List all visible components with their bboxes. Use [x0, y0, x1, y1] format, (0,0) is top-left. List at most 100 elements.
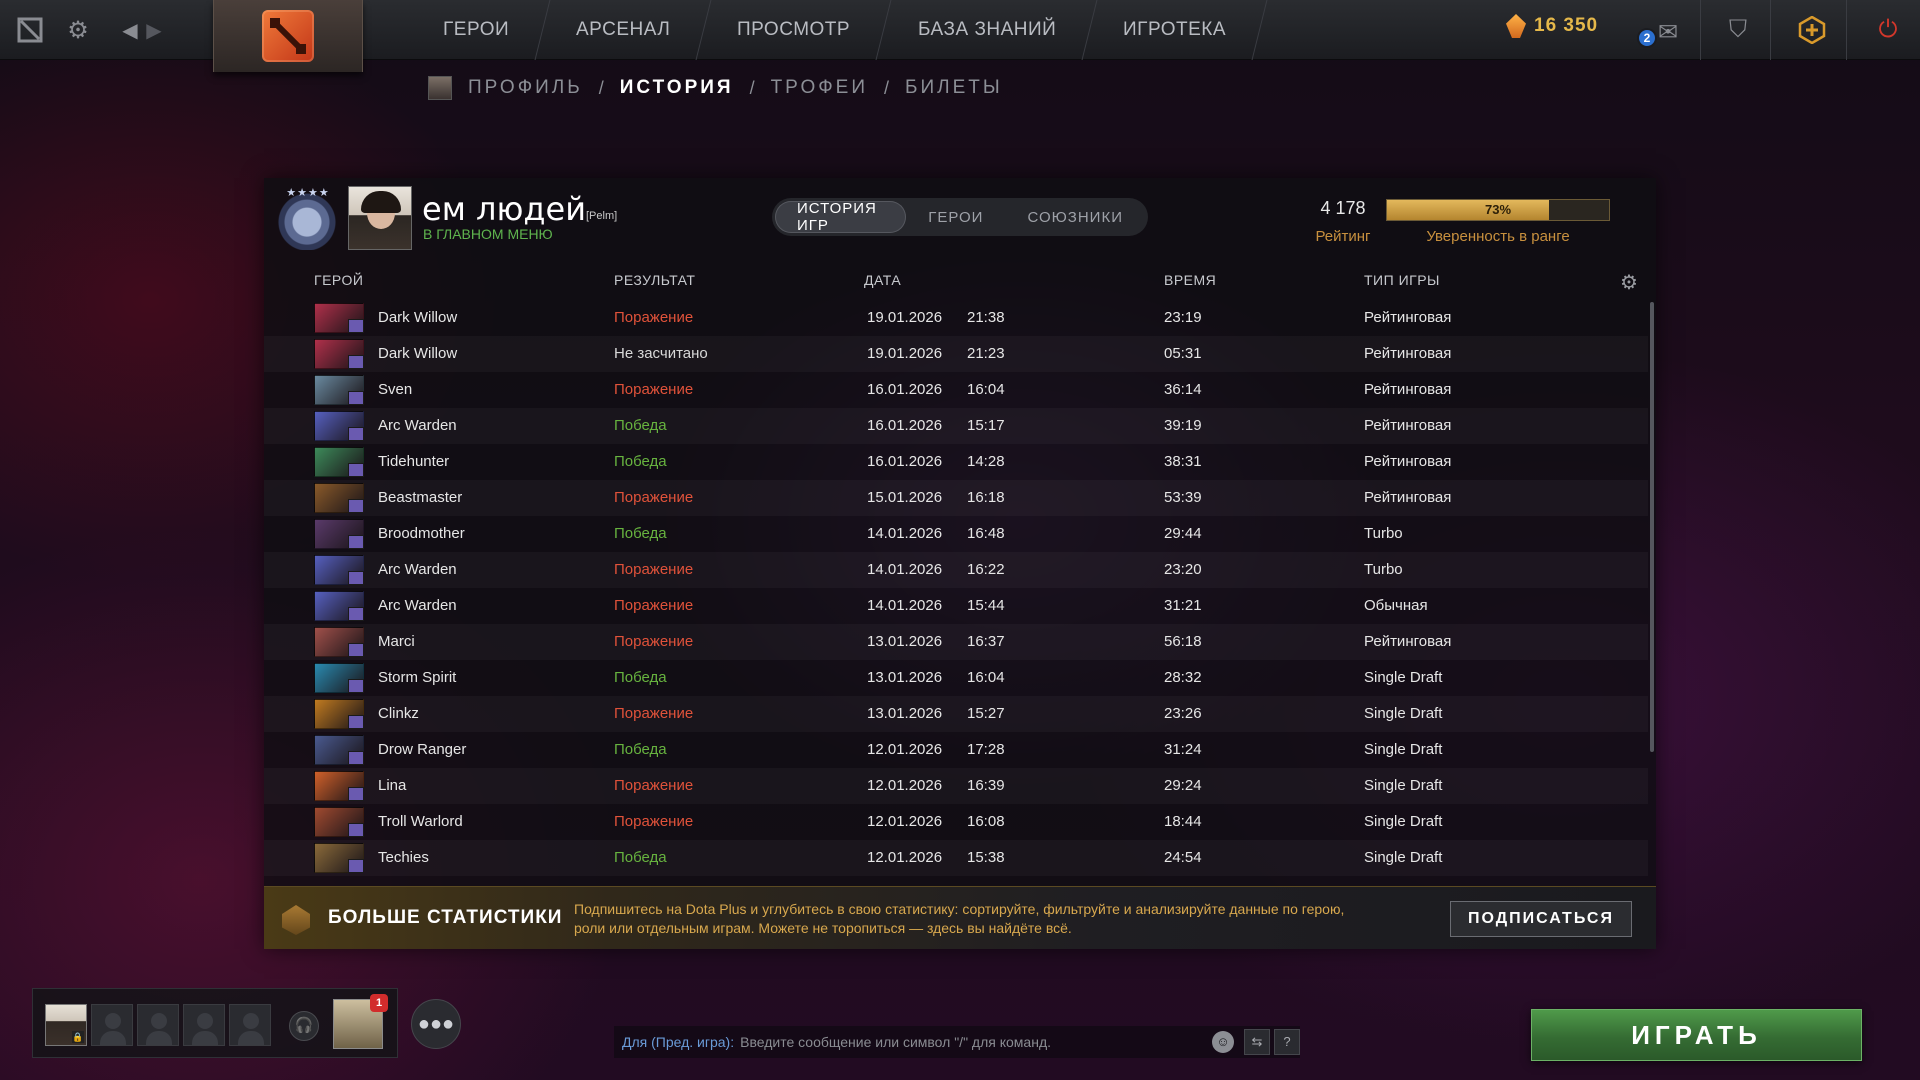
tab-allies[interactable]: Союзники: [1005, 201, 1145, 233]
hero-portrait: [314, 771, 364, 801]
gear-icon[interactable]: ⚙: [1620, 270, 1638, 295]
match-result: Поражение: [614, 309, 694, 326]
table-row[interactable]: Storm Spirit Победа 13.01.2026 16:04 28:32 Si…: [264, 660, 1648, 696]
role-icon: [348, 679, 364, 693]
subnav-tickets[interactable]: Билеты: [905, 77, 1003, 99]
shards-balance[interactable]: 16 350: [1506, 14, 1598, 38]
column-header-duration[interactable]: Время: [1164, 272, 1216, 288]
rank-medal-icon[interactable]: ★★★★: [272, 187, 342, 250]
match-time: 16:18: [967, 489, 1005, 506]
plus-icon[interactable]: [1794, 12, 1830, 48]
match-time: 15:27: [967, 705, 1005, 722]
notification-badge: 1: [370, 994, 388, 1012]
table-row[interactable]: Sven Поражение 16.01.2026 16:04 36:14 Рейтинг…: [264, 372, 1648, 408]
hero-name: Storm Spirit: [378, 669, 457, 686]
party-slot-self[interactable]: 🔒: [45, 1004, 87, 1046]
column-header-hero[interactable]: Герой: [314, 272, 363, 288]
nav-learn[interactable]: База знаний: [877, 0, 1098, 60]
match-result: Победа: [614, 525, 667, 542]
party-slot-empty[interactable]: [229, 1004, 271, 1046]
nav-heroes[interactable]: Герои: [402, 0, 551, 60]
game-type: Single Draft: [1364, 813, 1443, 830]
hero-portrait: [314, 519, 364, 549]
avatar: [428, 76, 452, 100]
column-header-result[interactable]: Результат: [614, 272, 695, 288]
column-header-date[interactable]: Дата: [864, 272, 901, 288]
party-slot-empty[interactable]: [137, 1004, 179, 1046]
companion-portrait[interactable]: 1: [333, 994, 388, 1049]
chat-wheel-icon[interactable]: ⇆: [1244, 1029, 1270, 1055]
match-duration: 18:44: [1164, 813, 1202, 830]
match-time: 15:17: [967, 417, 1005, 434]
game-type: Рейтинговая: [1364, 633, 1452, 650]
column-header-game-type[interactable]: Тип игры: [1364, 272, 1440, 288]
rank-confidence-bar: 73%: [1386, 199, 1610, 221]
match-time: 16:08: [967, 813, 1005, 830]
hero-portrait: [314, 375, 364, 405]
forward-icon[interactable]: ▶: [136, 12, 172, 48]
gear-icon[interactable]: ⚙: [60, 12, 96, 48]
chat-input[interactable]: [734, 1034, 1212, 1050]
table-row[interactable]: Tidehunter Победа 16.01.2026 14:28 38:31 Рейт…: [264, 444, 1648, 480]
power-icon[interactable]: ⏻: [1870, 12, 1906, 48]
subnav-profile[interactable]: Профиль: [468, 77, 583, 99]
table-row[interactable]: Techies Победа 12.01.2026 15:38 24:54 Single …: [264, 840, 1648, 876]
table-row[interactable]: Arc Warden Победа 16.01.2026 15:17 39:19 Рейт…: [264, 408, 1648, 444]
party-chat-icon[interactable]: ●●●: [411, 999, 461, 1049]
table-row[interactable]: Troll Warlord Поражение 12.01.2026 16:08 18:…: [264, 804, 1648, 840]
table-row[interactable]: Arc Warden Поражение 14.01.2026 16:22 23:20 T…: [264, 552, 1648, 588]
armory-icon[interactable]: ⛉: [1720, 12, 1756, 48]
subscribe-button[interactable]: Подписаться: [1450, 901, 1632, 937]
emoji-icon[interactable]: ☺: [1212, 1031, 1234, 1053]
chat-channel[interactable]: Для (Пред. игра):: [614, 1034, 734, 1050]
play-button[interactable]: Играть: [1531, 1009, 1862, 1061]
role-icon: [348, 427, 364, 441]
game-type: Рейтинговая: [1364, 381, 1452, 398]
match-result: Победа: [614, 669, 667, 686]
match-result: Победа: [614, 453, 667, 470]
table-row[interactable]: Clinkz Поражение 13.01.2026 15:27 23:26 Singl…: [264, 696, 1648, 732]
rating-label: Рейтинг: [1315, 228, 1371, 245]
dota-logo-button[interactable]: [213, 0, 363, 72]
table-row[interactable]: Lina Поражение 12.01.2026 16:39 29:24 Single …: [264, 768, 1648, 804]
nav-armory[interactable]: Арсенал: [535, 0, 712, 60]
table-row[interactable]: Dark Willow Не засчитано 19.01.2026 21:23 05…: [264, 336, 1648, 372]
hero-portrait: [314, 807, 364, 837]
match-duration: 31:24: [1164, 741, 1202, 758]
table-row[interactable]: Dark Willow Поражение 19.01.2026 21:38 23:19…: [264, 300, 1648, 336]
chat-bar: Для (Пред. игра): ☺ ⇆ ?: [614, 1026, 1300, 1058]
hero-name: Arc Warden: [378, 417, 457, 434]
match-date: 19.01.2026: [867, 309, 943, 326]
match-date: 15.01.2026: [867, 489, 943, 506]
game-type: Turbo: [1364, 525, 1403, 542]
hero-name: Drow Ranger: [378, 741, 467, 758]
hero-portrait: [314, 303, 364, 333]
role-icon: [348, 571, 364, 585]
party-slot-empty[interactable]: [183, 1004, 225, 1046]
nav-watch[interactable]: Просмотр: [696, 0, 893, 60]
table-row[interactable]: Broodmother Победа 14.01.2026 16:48 29:44 Tur…: [264, 516, 1648, 552]
profile-header: ★★★★ ем людей [Pelm] В главном меню Исто…: [264, 178, 1656, 262]
table-row[interactable]: Drow Ranger Победа 12.01.2026 17:28 31:24 Sin…: [264, 732, 1648, 768]
subnav-trophies[interactable]: Трофеи: [771, 77, 868, 99]
match-time: 16:39: [967, 777, 1005, 794]
nav-arcade[interactable]: Игротека: [1082, 0, 1268, 60]
tab-match-history[interactable]: История игр: [775, 200, 907, 234]
match-duration: 56:18: [1164, 633, 1202, 650]
avatar[interactable]: [348, 186, 412, 250]
dashboard-icon[interactable]: [12, 12, 48, 48]
tab-heroes[interactable]: Герои: [906, 201, 1005, 233]
hero-name: Troll Warlord: [378, 813, 463, 830]
table-row[interactable]: Beastmaster Поражение 15.01.2026 16:18 53:39…: [264, 480, 1648, 516]
match-result: Поражение: [614, 705, 694, 722]
subnav-history[interactable]: История: [620, 77, 734, 99]
headset-icon[interactable]: 🎧: [289, 1011, 319, 1041]
dota-logo: [262, 10, 314, 62]
help-button[interactable]: ?: [1274, 1029, 1300, 1055]
match-date: 12.01.2026: [867, 849, 943, 866]
messages-badge: 2: [1637, 28, 1657, 48]
table-row[interactable]: Arc Warden Поражение 14.01.2026 15:44 31:21 О…: [264, 588, 1648, 624]
party-slot-empty[interactable]: [91, 1004, 133, 1046]
table-row[interactable]: Marci Поражение 13.01.2026 16:37 56:18 Рейтин…: [264, 624, 1648, 660]
table-scrollbar[interactable]: [1650, 302, 1654, 752]
